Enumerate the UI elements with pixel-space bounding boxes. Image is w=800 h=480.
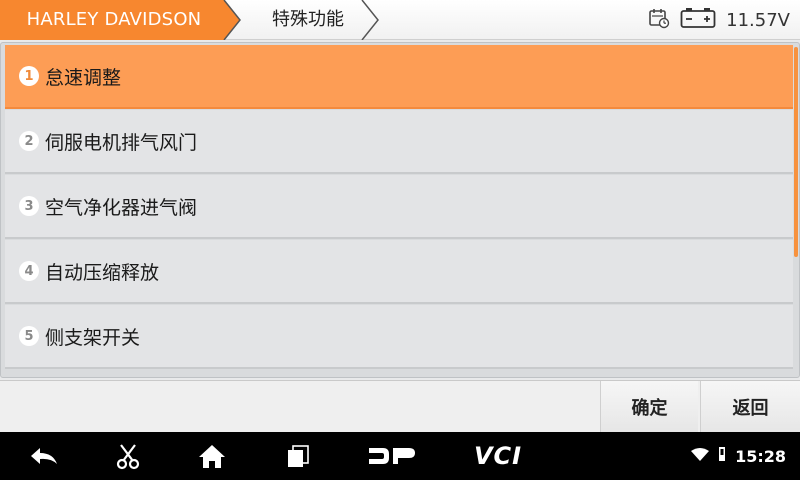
calendar-clock-icon	[648, 7, 670, 33]
back-icon[interactable]	[22, 432, 66, 480]
list-item-label: 自动压缩释放	[45, 261, 160, 284]
brand-title: HARLEY DAVIDSON	[26, 9, 202, 30]
section-title: 特殊功能	[272, 9, 344, 30]
header-status: 11.57V	[648, 0, 790, 40]
list-item[interactable]: 3 空气净化器进气阀	[5, 175, 793, 239]
list-item-label: 怠速调整	[45, 66, 122, 89]
item-number-badge: 3	[19, 196, 39, 216]
breadcrumb-section[interactable]: 特殊功能	[226, 0, 386, 40]
voltage-readout: 11.57V	[726, 9, 790, 31]
scissors-icon[interactable]	[106, 432, 150, 480]
item-number-badge: 5	[19, 326, 39, 346]
list-item[interactable]: 4 自动压缩释放	[5, 240, 793, 304]
list-item[interactable]: 5 侧支架开关	[5, 305, 793, 369]
list-item-label: 伺服电机排气风门	[45, 131, 198, 154]
dp-logo-icon	[369, 448, 415, 464]
system-status: 15:28	[691, 432, 786, 480]
item-number-badge: 1	[19, 66, 39, 86]
recent-apps-icon[interactable]	[276, 432, 320, 480]
app-header: HARLEY DAVIDSON 特殊功能 11.57V	[0, 0, 800, 40]
list-item[interactable]: 1 怠速调整	[5, 45, 793, 109]
vci-button[interactable]: VCI	[466, 432, 530, 480]
back-button[interactable]: 返回	[700, 381, 800, 433]
list-scrollbar[interactable]	[794, 47, 798, 257]
list-item-label: 侧支架开关	[45, 326, 141, 349]
list-item-label: 空气净化器进气阀	[45, 196, 198, 219]
breadcrumb-brand[interactable]: HARLEY DAVIDSON	[0, 0, 241, 40]
confirm-button[interactable]: 确定	[600, 381, 698, 433]
bottom-toolbar: 确定 返回	[0, 380, 800, 433]
dp-button[interactable]: DP	[360, 432, 424, 480]
sim-icon	[717, 446, 727, 466]
list-item[interactable]: 2 伺服电机排气风门	[5, 110, 793, 174]
function-list[interactable]: 1 怠速调整 2 伺服电机排气风门 3 空气净化器进气阀 4 自动压缩释放 5 …	[0, 42, 800, 378]
wifi-icon	[691, 447, 710, 466]
battery-icon	[680, 7, 716, 33]
item-number-badge: 4	[19, 261, 39, 281]
system-nav-bar: DP VCI 15:28	[0, 432, 800, 480]
item-number-badge: 2	[19, 131, 39, 151]
home-icon[interactable]	[190, 432, 234, 480]
clock: 15:28	[735, 446, 786, 466]
